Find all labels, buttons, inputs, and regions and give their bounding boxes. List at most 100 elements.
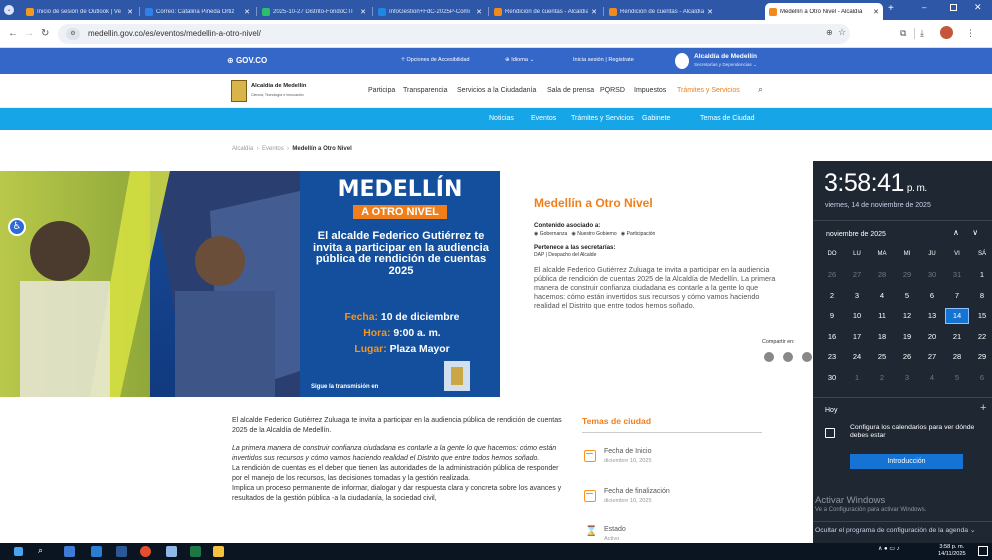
accessibility-link[interactable]: ☥ Opciones de Accesibilidad bbox=[401, 57, 469, 63]
nav-tramites-servicios[interactable]: Trámites y Servicios bbox=[677, 87, 740, 94]
calendar-day[interactable]: 2 bbox=[820, 288, 844, 304]
secnav-eventos[interactable]: Eventos bbox=[531, 115, 556, 122]
calendar-day[interactable]: 28 bbox=[945, 349, 969, 365]
outlook-icon[interactable] bbox=[91, 546, 102, 557]
browser-tab[interactable]: Rendición de cuentas - Alcaldía ✕ bbox=[490, 3, 601, 20]
calendar-day[interactable]: 5 bbox=[895, 288, 919, 304]
secnav-temas[interactable]: Temas de Ciudad bbox=[700, 115, 754, 122]
nav-servicios-ciudadania[interactable]: Servicios a la Ciudadanía bbox=[457, 87, 536, 94]
word-icon[interactable] bbox=[116, 546, 127, 557]
brand-name[interactable]: Alcaldía de Medellín bbox=[251, 83, 306, 89]
secnav-noticias[interactable]: Noticias bbox=[489, 115, 514, 122]
browser-tab[interactable]: InfoGestion+FdC-2025P-Comi ✕ bbox=[374, 3, 486, 20]
calendar-day[interactable]: 26 bbox=[895, 349, 919, 365]
taskbar-clock[interactable]: 3:58 p. m. 14/11/2025 bbox=[938, 544, 966, 558]
calendar-day[interactable]: 18 bbox=[870, 329, 894, 345]
minimize-button[interactable]: – bbox=[922, 3, 926, 12]
tab-close-icon[interactable]: ✕ bbox=[591, 8, 597, 16]
calendar-day[interactable]: 19 bbox=[895, 329, 919, 345]
accessibility-widget-icon[interactable]: ♿ bbox=[8, 218, 26, 236]
calendar-day[interactable]: 29 bbox=[895, 267, 919, 283]
event-banner[interactable]: MEDELLÍN A OTRO NIVEL El alcalde Federic… bbox=[0, 171, 500, 397]
site-info-icon[interactable]: ⚙ bbox=[66, 28, 80, 40]
calendar-day[interactable]: 8 bbox=[970, 288, 992, 304]
calendar-day[interactable]: 31 bbox=[945, 267, 969, 283]
close-window-button[interactable]: ✕ bbox=[974, 2, 982, 13]
breadcrumb-eventos[interactable]: Eventos bbox=[262, 146, 284, 152]
calendar-day[interactable]: 10 bbox=[845, 308, 869, 324]
flyout-date[interactable]: viernes, 14 de noviembre de 2025 bbox=[825, 202, 931, 209]
calendar-day[interactable]: 27 bbox=[845, 267, 869, 283]
calendar-day[interactable]: 30 bbox=[920, 267, 944, 283]
tab-close-icon[interactable]: ✕ bbox=[360, 8, 366, 16]
url-field[interactable]: ⚙ medellin.gov.co/es/eventos/medellin-a-… bbox=[58, 24, 850, 44]
nav-participa[interactable]: Participa bbox=[368, 87, 395, 94]
language-select[interactable]: ⊕ Idioma ⌄ bbox=[505, 57, 534, 63]
calendar-day[interactable]: 26 bbox=[820, 267, 844, 283]
chrome-icon[interactable] bbox=[140, 546, 151, 557]
secnav-tramites[interactable]: Trámites y Servicios bbox=[571, 115, 634, 122]
calendar-month[interactable]: noviembre de 2025 bbox=[826, 231, 886, 238]
notifications-icon[interactable] bbox=[978, 546, 988, 556]
calendar-day[interactable]: 22 bbox=[970, 329, 992, 345]
next-month-icon[interactable]: ∨ bbox=[972, 228, 978, 237]
nav-impuestos[interactable]: Impuestos bbox=[634, 87, 666, 94]
calendar-day[interactable]: 20 bbox=[920, 329, 944, 345]
calendar-day[interactable]: 13 bbox=[920, 308, 944, 324]
breadcrumb-alcaldia[interactable]: Alcaldía bbox=[232, 146, 253, 152]
calendar-day[interactable]: 2 bbox=[870, 370, 894, 386]
calendar-day[interactable]: 30 bbox=[820, 370, 844, 386]
entity-title[interactable]: Alcaldía de Medellín bbox=[694, 53, 757, 60]
calendar-day[interactable]: 25 bbox=[870, 349, 894, 365]
profile-avatar[interactable] bbox=[940, 26, 953, 39]
calendar-day[interactable]: 3 bbox=[845, 288, 869, 304]
calendar-day[interactable]: 28 bbox=[870, 267, 894, 283]
share-twitter-icon[interactable] bbox=[802, 352, 812, 362]
extensions-icon[interactable]: ⧉ bbox=[900, 28, 906, 39]
share-facebook-icon[interactable] bbox=[783, 352, 793, 362]
tab-close-icon[interactable]: ✕ bbox=[244, 8, 250, 16]
file-explorer-icon[interactable] bbox=[213, 546, 224, 557]
calendar-day[interactable]: 24 bbox=[845, 349, 869, 365]
calendar-day[interactable]: 5 bbox=[945, 370, 969, 386]
calendar-day[interactable]: 4 bbox=[920, 370, 944, 386]
browser-tab[interactable]: Inicio de sesión de Outlook | Ve ✕ bbox=[22, 3, 137, 20]
nav-sala-de-prensa[interactable]: Sala de prensa bbox=[547, 87, 594, 94]
search-icon[interactable]: ⌕ bbox=[758, 84, 763, 95]
entity-subtitle[interactable]: Secretarías y Dependencias ⌄ bbox=[694, 62, 757, 68]
intro-button[interactable]: Introducción bbox=[850, 454, 963, 469]
calendar-day[interactable]: 9 bbox=[820, 308, 844, 324]
tag-nuestro-gobierno[interactable]: Nuestro Gobierno bbox=[577, 231, 616, 237]
calendar-day[interactable]: 27 bbox=[920, 349, 944, 365]
calendar-day[interactable]: 3 bbox=[895, 370, 919, 386]
bookmark-star-icon[interactable]: ☆ bbox=[838, 27, 846, 38]
zoom-icon[interactable]: ⊕ bbox=[826, 28, 833, 37]
calendar-day[interactable]: 29 bbox=[970, 349, 992, 365]
nav-pqrsd[interactable]: PQRSD bbox=[600, 87, 625, 94]
browser-tab[interactable]: Rendición de cuentas - Alcaldía ✕ bbox=[605, 3, 717, 20]
system-tray[interactable]: ∧ ● ▭ ♪ bbox=[878, 545, 900, 552]
login-link[interactable]: Inicia sesión | Registrate bbox=[573, 57, 634, 63]
calendar-day[interactable]: 21 bbox=[945, 329, 969, 345]
calendar-day[interactable]: 17 bbox=[845, 329, 869, 345]
nav-transparencia[interactable]: Transparencia bbox=[403, 87, 448, 94]
browser-tab[interactable]: 2025-10-27 Distrito-FondoCTI ✕ bbox=[258, 3, 370, 20]
alcaldia-logo[interactable] bbox=[231, 80, 247, 102]
tag-gobernanza[interactable]: Gobernanza bbox=[540, 231, 568, 237]
prev-month-icon[interactable]: ∧ bbox=[953, 228, 959, 237]
tab-close-icon[interactable]: ✕ bbox=[873, 8, 879, 16]
calendar-day[interactable]: 1 bbox=[970, 267, 992, 283]
calendar-day[interactable]: 1 bbox=[845, 370, 869, 386]
calendar-day[interactable]: 23 bbox=[820, 349, 844, 365]
tab-close-icon[interactable]: ✕ bbox=[127, 8, 133, 16]
back-arrow-icon[interactable]: ← bbox=[8, 28, 18, 39]
more-menu-icon[interactable]: ⋮ bbox=[966, 28, 975, 39]
new-tab-button[interactable]: + bbox=[888, 3, 894, 14]
calendar-day-today[interactable]: 14 bbox=[945, 308, 969, 324]
calendar-day[interactable]: 15 bbox=[970, 308, 992, 324]
tab-search-icon[interactable]: ⌄ bbox=[4, 5, 14, 15]
calendar-day[interactable]: 12 bbox=[895, 308, 919, 324]
taskbar-search-icon[interactable]: ⌕ bbox=[38, 545, 43, 556]
calendar-day[interactable]: 4 bbox=[870, 288, 894, 304]
tab-close-icon[interactable]: ✕ bbox=[707, 8, 713, 16]
